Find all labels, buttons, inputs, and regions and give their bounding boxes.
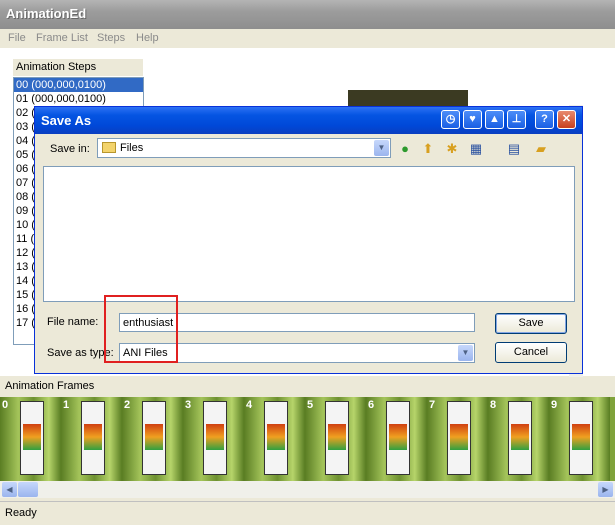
folder-icon	[102, 142, 116, 153]
frame-number: 3	[185, 399, 192, 411]
frame-thumbnail[interactable]: 8	[488, 397, 549, 481]
pin-icon[interactable]: ⊥	[507, 110, 526, 129]
device-image	[447, 401, 471, 475]
save-in-label: Save in:	[50, 143, 90, 155]
frame-thumbnail[interactable]: 9	[549, 397, 610, 481]
frame-number: 2	[124, 399, 131, 411]
help-icon[interactable]: ?	[535, 110, 554, 129]
frame-number: 4	[246, 399, 253, 411]
frame-number: 6	[368, 399, 375, 411]
status-bar: Ready	[0, 501, 615, 525]
device-screen	[84, 424, 102, 450]
menu-frame-list[interactable]: Frame List	[36, 32, 88, 44]
frame-thumbnail[interactable]: 1	[61, 397, 122, 481]
device-screen	[145, 424, 163, 450]
frame-number: 0	[2, 399, 9, 411]
status-text: Ready	[5, 507, 37, 519]
preview-image	[348, 90, 468, 106]
clock-icon[interactable]: ◷	[441, 110, 460, 129]
steps-list-item[interactable]: 01 (000,000,0100)	[14, 92, 143, 106]
annotation-highlight-box	[104, 295, 178, 363]
new-folder-icon[interactable]: ✱	[443, 140, 461, 158]
device-image	[325, 401, 349, 475]
device-image	[264, 401, 288, 475]
frame-number: 1	[63, 399, 70, 411]
app-title: AnimationEd	[6, 6, 87, 21]
save-in-dropdown[interactable]: Files ▼	[97, 138, 391, 158]
device-screen	[328, 424, 346, 450]
frame-thumbnail[interactable]: 6	[366, 397, 427, 481]
close-icon[interactable]: ✕	[557, 110, 576, 129]
file-name-label: File name:	[47, 316, 99, 328]
roll-up-icon[interactable]: ▲	[485, 110, 504, 129]
frame-thumbnail[interactable]: 2	[122, 397, 183, 481]
frame-number: 8	[490, 399, 497, 411]
device-screen	[450, 424, 468, 450]
open-folder-icon[interactable]: ▰	[532, 140, 550, 158]
view-menu-icon[interactable]: ▦	[467, 140, 485, 158]
dialog-title-bar[interactable]: Save As ◷ ♥ ▲ ⊥ ? ✕	[35, 107, 582, 134]
frame-thumbnail[interactable]: 7	[427, 397, 488, 481]
frame-number: 5	[307, 399, 314, 411]
frame-thumbnail[interactable]: 3	[183, 397, 244, 481]
horizontal-scrollbar[interactable]: ◀ ▶	[0, 481, 615, 498]
frame-number: 7	[429, 399, 436, 411]
device-image	[508, 401, 532, 475]
device-screen	[23, 424, 41, 450]
device-image	[569, 401, 593, 475]
menu-bar: File Frame List Steps Help	[0, 29, 615, 48]
save-button[interactable]: Save	[495, 313, 567, 334]
steps-list-item[interactable]: 00 (000,000,0100)	[14, 78, 143, 92]
frames-strip[interactable]: 0 1 2 3 4 5 6 7 8 9	[0, 397, 615, 481]
file-list-area[interactable]	[43, 166, 575, 302]
menu-file[interactable]: File	[8, 32, 26, 44]
app-title-bar[interactable]: AnimationEd	[0, 0, 615, 29]
frames-label: Animation Frames	[5, 380, 95, 392]
scroll-left-icon[interactable]: ◀	[2, 482, 17, 497]
save-in-value: Files	[120, 142, 144, 154]
back-icon[interactable]: ●	[396, 140, 414, 158]
device-screen	[572, 424, 590, 450]
frames-header: Animation Frames	[0, 377, 615, 397]
frame-thumbnail[interactable]: 0	[0, 397, 61, 481]
chevron-down-icon[interactable]: ▼	[458, 345, 473, 361]
device-image	[20, 401, 44, 475]
scroll-right-icon[interactable]: ▶	[598, 482, 613, 497]
up-folder-icon[interactable]: ⬆	[419, 140, 437, 158]
scroll-thumb[interactable]	[18, 482, 38, 497]
frame-thumbnail[interactable]: 5	[305, 397, 366, 481]
copy-icon[interactable]: ▤	[505, 140, 523, 158]
device-image	[81, 401, 105, 475]
frame-thumbnail[interactable]: 4	[244, 397, 305, 481]
chevron-down-icon[interactable]: ▼	[374, 140, 389, 156]
menu-steps[interactable]: Steps	[97, 32, 125, 44]
menu-help[interactable]: Help	[136, 32, 159, 44]
steps-label: Animation Steps	[13, 59, 143, 76]
frame-number: 9	[551, 399, 558, 411]
device-screen	[389, 424, 407, 450]
heart-icon[interactable]: ♥	[463, 110, 482, 129]
device-screen	[511, 424, 529, 450]
device-screen	[267, 424, 285, 450]
dialog-title: Save As	[41, 113, 92, 128]
device-image	[142, 401, 166, 475]
cancel-button[interactable]: Cancel	[495, 342, 567, 363]
device-image	[203, 401, 227, 475]
device-image	[386, 401, 410, 475]
device-screen	[206, 424, 224, 450]
